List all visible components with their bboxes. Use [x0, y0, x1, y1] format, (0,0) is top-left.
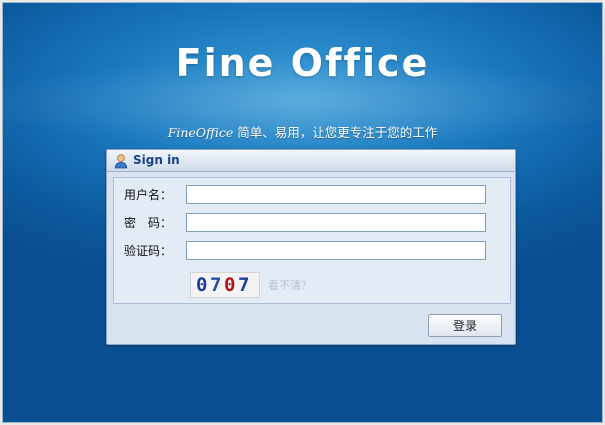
- captcha-digit: 7: [210, 274, 222, 296]
- captcha-label: 验证码：: [124, 244, 173, 258]
- password-row: 密 码：: [124, 212, 486, 233]
- username-row: 用户名：: [124, 184, 486, 205]
- user-icon: [114, 153, 128, 168]
- captcha-input[interactable]: [186, 241, 486, 260]
- login-button[interactable]: 登录: [428, 314, 502, 337]
- captcha-digit: 7: [238, 274, 250, 296]
- login-page: Fine Office FineOffice 简单、易用，让您更专注于您的工作 …: [2, 2, 603, 423]
- captcha-row: 验证码：: [124, 240, 486, 261]
- tagline-text: 简单、易用，让您更专注于您的工作: [233, 125, 438, 140]
- tagline-brand: FineOffice: [167, 125, 234, 140]
- sign-in-form: 用户名： 密 码： 验证码： 0 7 0 7 看不清？: [113, 177, 511, 304]
- password-input[interactable]: [186, 213, 486, 232]
- captcha-area: 0 7 0 7 看不清？: [190, 272, 312, 298]
- tagline: FineOffice 简单、易用，让您更专注于您的工作: [3, 122, 602, 141]
- sign-in-header: Sign in: [107, 150, 515, 172]
- sign-in-panel: Sign in 用户名： 密 码： 验证码： 0 7 0 7 看不清？ 登录: [106, 149, 516, 345]
- sign-in-title: Sign in: [133, 153, 180, 167]
- username-label: 用户名：: [124, 188, 173, 202]
- captcha-refresh-link[interactable]: 看不清？: [268, 277, 312, 293]
- password-label: 密 码：: [124, 216, 173, 230]
- captcha-digit: 0: [224, 274, 236, 296]
- captcha-digit: 0: [196, 274, 208, 296]
- captcha-image[interactable]: 0 7 0 7: [190, 272, 260, 298]
- username-input[interactable]: [186, 185, 486, 204]
- brand-title: Fine Office: [175, 41, 430, 85]
